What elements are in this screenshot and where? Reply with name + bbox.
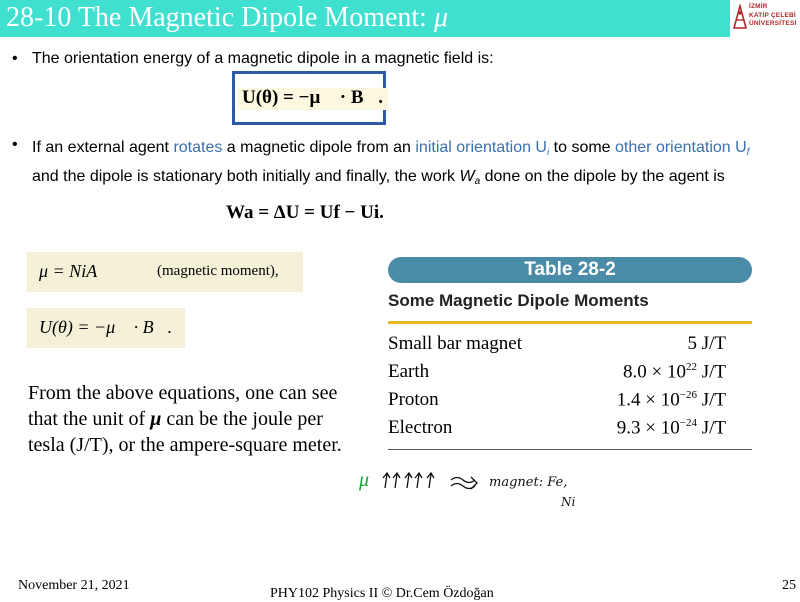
row-exponent: −24 <box>679 417 697 429</box>
logo-mark-icon <box>732 4 748 29</box>
annotation-text1: magnet: Fe, <box>489 475 567 490</box>
university-logo: İZMİR KATİP ÇELEBİ ÜNİVERSİTESİ <box>732 2 798 34</box>
table-header-label: Table 28-2 <box>524 259 616 280</box>
table-subtitle: Some Magnetic Dipole Moments <box>388 291 649 310</box>
energy-equation: U(θ) = −μ⃗ · B⃗. <box>242 87 384 108</box>
title-symbol: μ <box>433 2 449 33</box>
b2-rotates: rotates <box>173 139 223 156</box>
b2-other-sub: f <box>746 147 750 158</box>
row-unit: J/T <box>696 389 726 411</box>
approx-arrow-icon <box>450 476 478 490</box>
row-value: 1.4 × 10−26 J/T <box>617 389 726 411</box>
row-exponent: −26 <box>679 389 697 401</box>
table-rule-top <box>388 321 752 324</box>
energy-equation-highlight: U(θ) = −μ⃗ · B⃗. <box>238 87 388 110</box>
row-value: 8.0 × 1022 J/T <box>623 361 726 383</box>
moment-equation: μ = NiA <box>39 261 98 281</box>
b2-w: W <box>459 168 475 185</box>
row-name: Small bar magnet <box>388 333 523 354</box>
moment-equation-box: μ = NiA (magnetic moment), <box>27 252 303 292</box>
b2-part: a magnetic dipole from an <box>222 139 416 156</box>
row-name: Electron <box>388 417 453 438</box>
work-equation: Wa = ΔU = Uf − Ui. <box>226 202 384 224</box>
logo-line3: ÜNİVERSİTESİ <box>749 20 797 27</box>
b2-part: done on the dipole by the agent is <box>480 168 725 185</box>
bullet-dot: • <box>12 50 18 67</box>
energy-equation-2-box: U(θ) = −μ⃗ · B⃗. <box>27 308 185 348</box>
row-value-text: 5 J/T <box>687 333 726 354</box>
table-header: Table 28-2 <box>388 257 752 283</box>
bullet-2-text: If an external agent rotates a magnetic … <box>32 136 772 194</box>
logo-line2: KATİP ÇELEBİ <box>749 11 796 19</box>
handwritten-annotation: μ magnet: Fe, Ni <box>358 469 576 509</box>
b2-part: If an external agent <box>32 139 174 156</box>
b2-part: to some <box>549 139 616 156</box>
para-mu: μ <box>150 408 162 430</box>
page-number: 25 <box>782 578 796 593</box>
moment-note: (magnetic moment), <box>157 263 279 279</box>
row-value-text: 9.3 × 10 <box>616 417 680 439</box>
row-value-text: 8.0 × 10 <box>623 361 686 383</box>
b2-initial: initial orientation U <box>415 139 547 156</box>
slide-title: 28-10 The Magnetic Dipole Moment: μ <box>6 2 448 34</box>
work-equation-text: Wa = ΔU = Uf − Ui. <box>226 202 384 223</box>
footer-date: November 21, 2021 <box>18 578 130 593</box>
row-exponent: 22 <box>685 361 697 373</box>
table-row: Proton 1.4 × 10−26 J/T <box>388 389 752 417</box>
table-rule-bottom <box>388 449 752 450</box>
b2-other: other orientation U <box>615 139 747 156</box>
row-value: 9.3 × 10−24 J/T <box>617 417 726 439</box>
bullet-dot: • <box>12 136 18 153</box>
b2-part: and the dipole is stationary both initia… <box>32 168 460 185</box>
logo-text: İZMİR KATİP ÇELEBİ ÜNİVERSİTESİ <box>749 3 797 29</box>
table-row: Small bar magnet 5 J/T <box>388 333 752 361</box>
row-value: 5 J/T <box>687 333 726 355</box>
table-row: Earth 8.0 × 1022 J/T <box>388 361 752 389</box>
row-unit: J/T <box>696 417 726 439</box>
bullet-1-text: The orientation energy of a magnetic dip… <box>32 50 494 67</box>
unit-paragraph: From the above equations, one can see th… <box>28 380 353 458</box>
row-name: Proton <box>388 389 439 410</box>
up-arrows-icon <box>382 471 435 489</box>
table-row: Electron 9.3 × 10−24 J/T <box>388 417 752 445</box>
logo-line1: İZMİR <box>749 3 768 10</box>
row-value-text: 1.4 × 10 <box>616 389 680 411</box>
energy-equation-2: U(θ) = −μ⃗ · B⃗. <box>39 317 173 337</box>
annotation-text2: Ni <box>560 495 576 509</box>
annotation-mu: μ <box>358 469 369 491</box>
title-text: 28-10 The Magnetic Dipole Moment: <box>6 2 434 33</box>
row-unit: J/T <box>696 361 726 383</box>
row-name: Earth <box>388 361 430 382</box>
